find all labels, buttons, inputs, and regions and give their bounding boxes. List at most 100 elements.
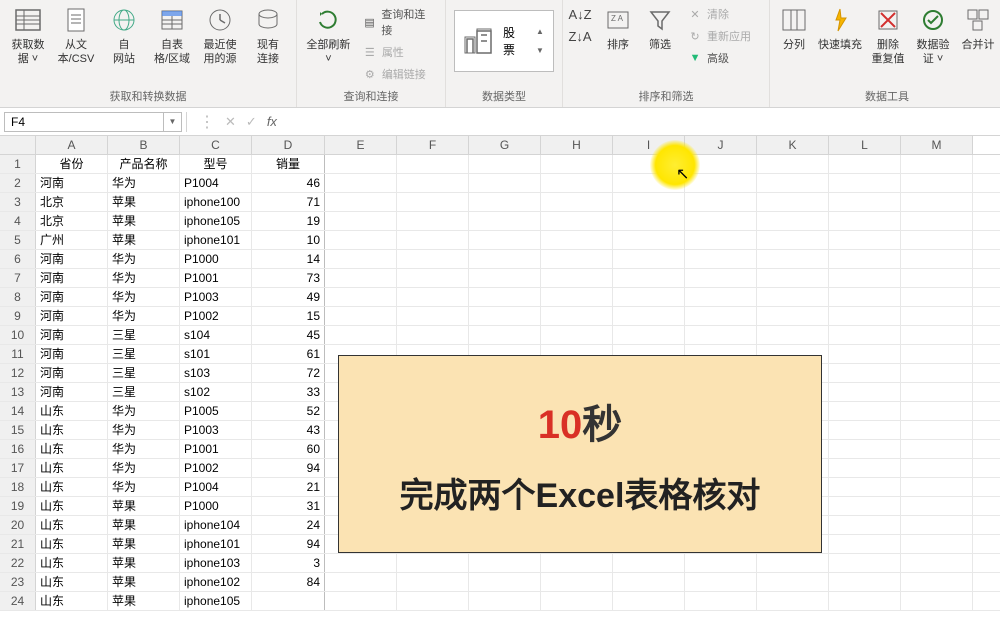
- cell[interactable]: 43: [252, 421, 325, 439]
- cell[interactable]: [469, 554, 541, 572]
- column-header-E[interactable]: E: [325, 136, 397, 154]
- cell[interactable]: [829, 364, 901, 382]
- cell[interactable]: 华为: [108, 288, 180, 306]
- row-header[interactable]: 5: [0, 231, 36, 249]
- cell[interactable]: [541, 554, 613, 572]
- cell[interactable]: [397, 573, 469, 591]
- cell[interactable]: 21: [252, 478, 325, 496]
- cell[interactable]: 10: [252, 231, 325, 249]
- cell[interactable]: [829, 326, 901, 344]
- row-header[interactable]: 14: [0, 402, 36, 420]
- cell[interactable]: 71: [252, 193, 325, 211]
- cell[interactable]: [613, 326, 685, 344]
- row-header[interactable]: 1: [0, 155, 36, 173]
- data-validation-button[interactable]: 数据验 证 ˅: [910, 2, 956, 69]
- cell[interactable]: [757, 212, 829, 230]
- cell[interactable]: 84: [252, 573, 325, 591]
- cell[interactable]: [901, 250, 973, 268]
- cell[interactable]: [541, 573, 613, 591]
- cell[interactable]: [685, 155, 757, 173]
- cell[interactable]: 94: [252, 459, 325, 477]
- column-header-K[interactable]: K: [757, 136, 829, 154]
- cell[interactable]: [397, 250, 469, 268]
- column-header-H[interactable]: H: [541, 136, 613, 154]
- column-header-L[interactable]: L: [829, 136, 901, 154]
- row-header[interactable]: 15: [0, 421, 36, 439]
- cell[interactable]: [901, 269, 973, 287]
- cell[interactable]: 苹果: [108, 573, 180, 591]
- cell[interactable]: s103: [180, 364, 252, 382]
- cell[interactable]: [325, 288, 397, 306]
- cell[interactable]: 19: [252, 212, 325, 230]
- cell[interactable]: iphone105: [180, 212, 252, 230]
- cell[interactable]: 49: [252, 288, 325, 306]
- cell[interactable]: P1002: [180, 459, 252, 477]
- cell[interactable]: 北京: [36, 193, 108, 211]
- cell[interactable]: 产品名称: [108, 155, 180, 173]
- existing-conn-button[interactable]: 现有 连接: [244, 2, 292, 69]
- row-header[interactable]: 8: [0, 288, 36, 306]
- cell[interactable]: 15: [252, 307, 325, 325]
- cell[interactable]: [397, 288, 469, 306]
- row-header[interactable]: 21: [0, 535, 36, 553]
- cell[interactable]: 销量: [252, 155, 325, 173]
- cell[interactable]: 苹果: [108, 193, 180, 211]
- cell[interactable]: [541, 288, 613, 306]
- cell[interactable]: [829, 269, 901, 287]
- row-header[interactable]: 4: [0, 212, 36, 230]
- cell[interactable]: 河南: [36, 288, 108, 306]
- cell[interactable]: [541, 307, 613, 325]
- cell[interactable]: [613, 250, 685, 268]
- cell[interactable]: [325, 174, 397, 192]
- cell[interactable]: [829, 573, 901, 591]
- enter-button[interactable]: ✓: [246, 114, 257, 130]
- cell[interactable]: [829, 554, 901, 572]
- cell[interactable]: [901, 307, 973, 325]
- cell[interactable]: P1001: [180, 440, 252, 458]
- cell[interactable]: 73: [252, 269, 325, 287]
- cell[interactable]: 山东: [36, 554, 108, 572]
- cell[interactable]: [613, 288, 685, 306]
- name-box-dropdown[interactable]: ▼: [164, 112, 182, 132]
- cell[interactable]: [901, 421, 973, 439]
- cell[interactable]: 山东: [36, 402, 108, 420]
- cell[interactable]: 华为: [108, 250, 180, 268]
- from-table-button[interactable]: 自表 格/区域: [148, 2, 196, 69]
- cell[interactable]: 94: [252, 535, 325, 553]
- cell[interactable]: [397, 554, 469, 572]
- cell[interactable]: [829, 592, 901, 610]
- sort-asc-button[interactable]: A↓Z: [569, 6, 595, 22]
- cancel-button[interactable]: ✕: [225, 114, 236, 130]
- cell[interactable]: 3: [252, 554, 325, 572]
- advanced-button[interactable]: ▼高级: [683, 48, 763, 68]
- cell[interactable]: [469, 155, 541, 173]
- cell[interactable]: 型号: [180, 155, 252, 173]
- cell[interactable]: 60: [252, 440, 325, 458]
- cell[interactable]: iphone101: [180, 535, 252, 553]
- cell[interactable]: [397, 212, 469, 230]
- cell[interactable]: [325, 307, 397, 325]
- column-header-A[interactable]: A: [36, 136, 108, 154]
- cell[interactable]: s104: [180, 326, 252, 344]
- row-header[interactable]: 19: [0, 497, 36, 515]
- cell[interactable]: [685, 288, 757, 306]
- cell[interactable]: 14: [252, 250, 325, 268]
- cell[interactable]: [541, 326, 613, 344]
- consolidate-button[interactable]: 合并计: [956, 2, 1000, 55]
- cell[interactable]: P1003: [180, 288, 252, 306]
- cell[interactable]: [901, 174, 973, 192]
- cell[interactable]: [469, 231, 541, 249]
- cell[interactable]: [901, 497, 973, 515]
- cell[interactable]: 华为: [108, 174, 180, 192]
- cell[interactable]: [829, 345, 901, 363]
- cell[interactable]: [901, 231, 973, 249]
- cell[interactable]: 苹果: [108, 554, 180, 572]
- row-header[interactable]: 3: [0, 193, 36, 211]
- column-header-F[interactable]: F: [397, 136, 469, 154]
- cell[interactable]: P1002: [180, 307, 252, 325]
- cell[interactable]: 山东: [36, 497, 108, 515]
- cell[interactable]: 山东: [36, 592, 108, 610]
- cell[interactable]: 24: [252, 516, 325, 534]
- cell[interactable]: [613, 592, 685, 610]
- cell[interactable]: 苹果: [108, 516, 180, 534]
